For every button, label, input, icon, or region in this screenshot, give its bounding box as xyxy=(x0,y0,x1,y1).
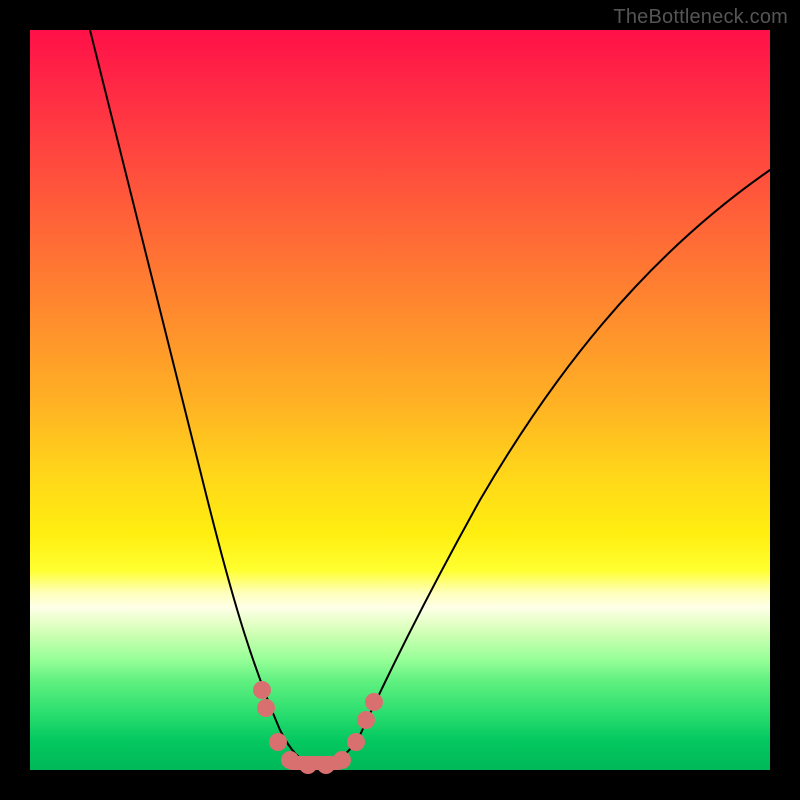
curve-svg xyxy=(30,30,770,770)
marker-dot xyxy=(257,699,275,717)
chart-frame: TheBottleneck.com xyxy=(0,0,800,800)
watermark-text: TheBottleneck.com xyxy=(613,6,788,29)
plot-area xyxy=(30,30,770,770)
bottleneck-curve xyxy=(90,30,770,765)
valley-markers xyxy=(253,681,383,774)
marker-dot xyxy=(253,681,271,699)
marker-dot xyxy=(347,733,365,751)
marker-dot xyxy=(365,693,383,711)
marker-dot xyxy=(357,711,375,729)
marker-dot xyxy=(317,756,335,774)
marker-dot xyxy=(299,756,317,774)
marker-dot xyxy=(281,751,299,769)
marker-dot xyxy=(269,733,287,751)
marker-dot xyxy=(333,751,351,769)
